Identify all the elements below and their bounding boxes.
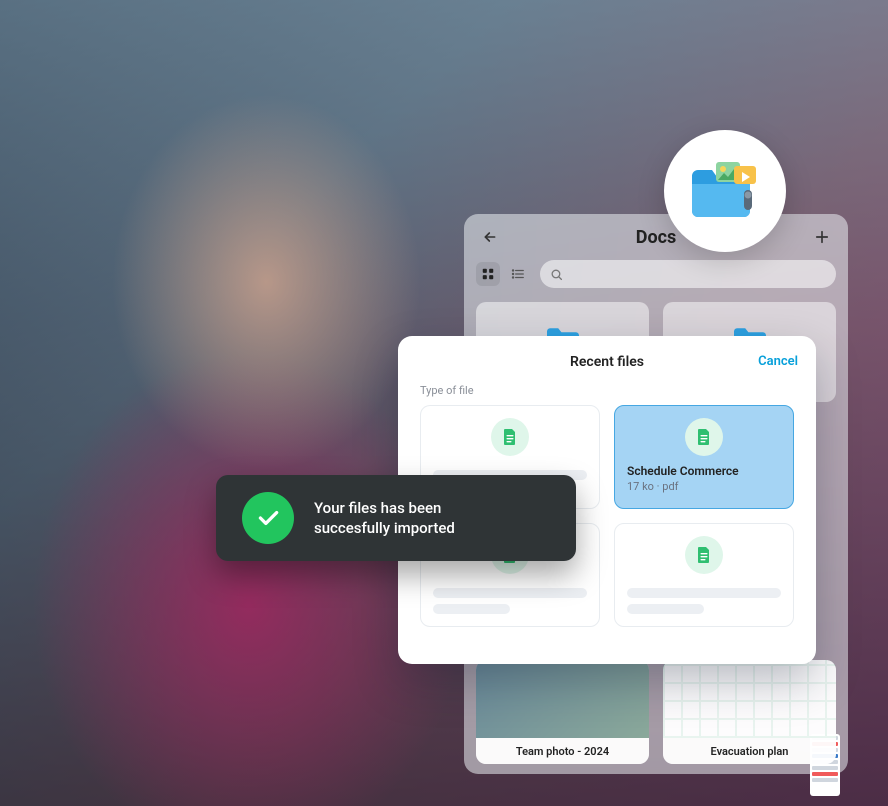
list-icon: [511, 267, 525, 281]
file-meta: 17 ko · pdf: [627, 480, 781, 493]
evacuation-plan-thumbnail: [663, 660, 836, 738]
thumb-caption: Team photo - 2024: [476, 738, 649, 764]
thumb-card[interactable]: Team photo - 2024: [476, 660, 649, 764]
docs-header: Docs: [464, 214, 848, 260]
file-meta-placeholder: [627, 604, 704, 614]
view-toggle: [476, 262, 530, 286]
file-card[interactable]: [614, 523, 794, 627]
team-photo-thumbnail: [476, 660, 649, 738]
plus-icon: [813, 228, 831, 246]
file-name-placeholder: [627, 588, 781, 598]
arrow-left-icon: [482, 229, 498, 245]
cancel-button[interactable]: Cancel: [758, 354, 798, 369]
search-icon: [550, 268, 563, 281]
folder-media-icon: [688, 160, 762, 222]
success-toast: Your files has been succesfully imported: [216, 475, 576, 561]
thumb-card[interactable]: Evacuation plan: [663, 660, 836, 764]
docs-badge: [664, 130, 786, 252]
list-view-button[interactable]: [506, 262, 530, 286]
modal-header: Recent files Cancel: [398, 354, 816, 384]
toast-line2: succesfully imported: [314, 519, 455, 537]
docs-title: Docs: [636, 227, 676, 248]
file-meta-placeholder: [433, 604, 510, 614]
docs-thumb-row: Team photo - 2024 Evacuation plan: [476, 660, 836, 764]
add-button[interactable]: [808, 223, 836, 251]
file-name: Schedule Commerce: [627, 464, 781, 478]
docs-toolbar: [464, 260, 848, 296]
file-name-placeholder: [433, 588, 587, 598]
document-icon: [685, 536, 723, 574]
toast-message: Your files has been succesfully imported: [314, 498, 455, 539]
thumb-caption: Evacuation plan: [663, 738, 836, 764]
check-icon: [242, 492, 294, 544]
modal-title: Recent files: [570, 354, 644, 370]
type-of-file-label: Type of file: [398, 384, 816, 405]
file-card-selected[interactable]: Schedule Commerce 17 ko · pdf: [614, 405, 794, 509]
toast-line1: Your files has been: [314, 499, 441, 517]
grid-view-button[interactable]: [476, 262, 500, 286]
document-icon: [685, 418, 723, 456]
search-input[interactable]: [540, 260, 836, 288]
grid-icon: [481, 267, 495, 281]
back-button[interactable]: [476, 223, 504, 251]
document-icon: [491, 418, 529, 456]
